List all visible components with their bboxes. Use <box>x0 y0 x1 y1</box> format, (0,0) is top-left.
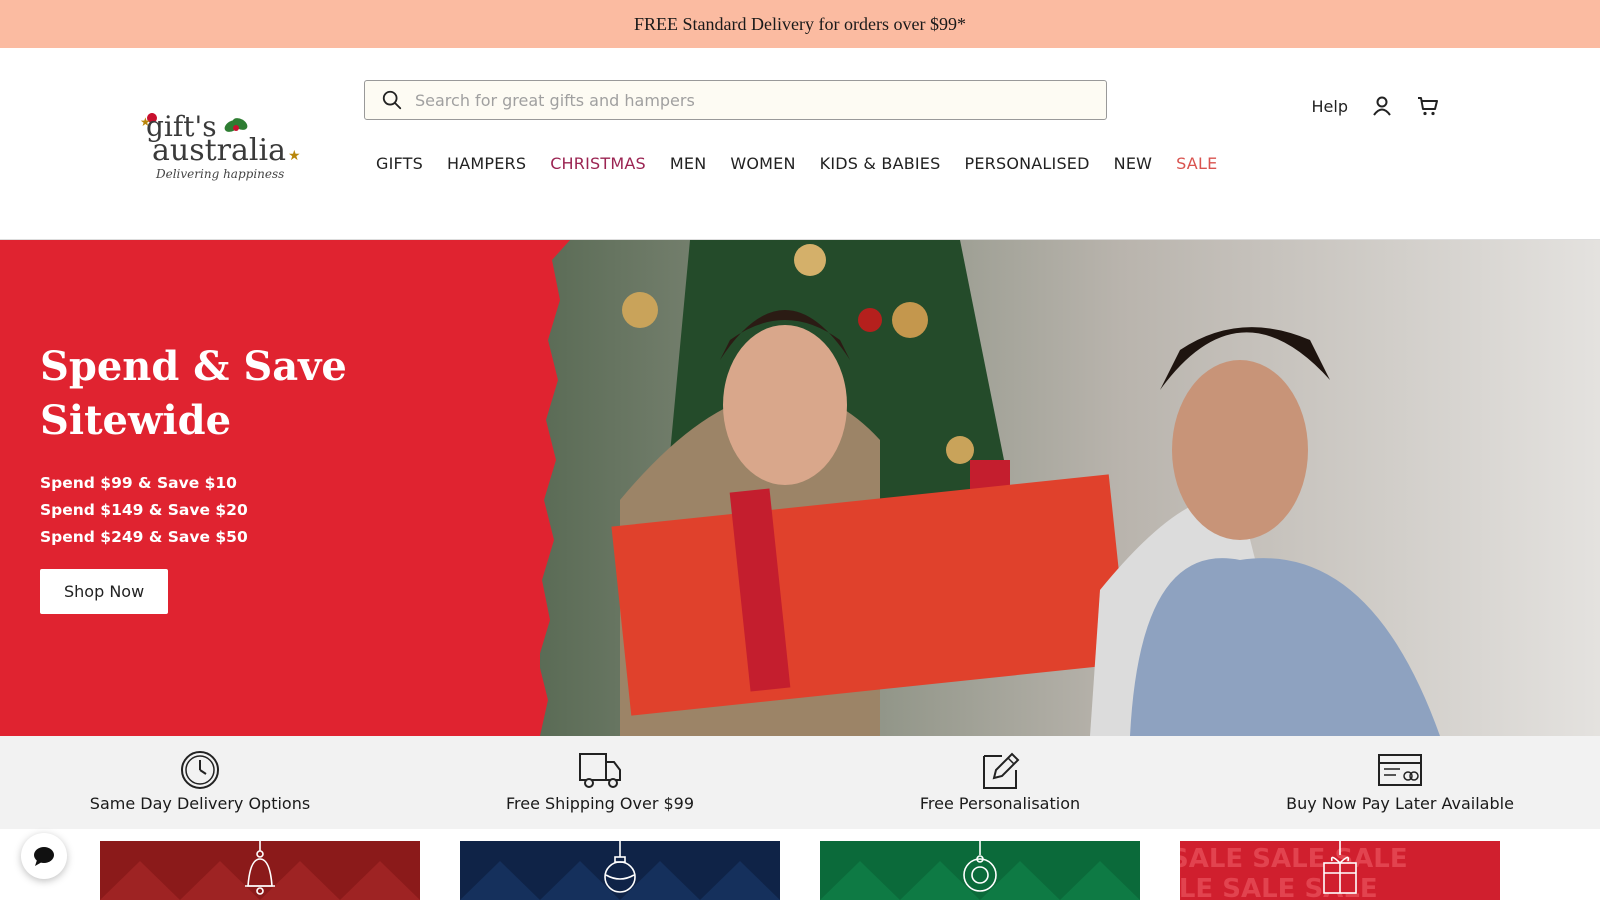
nav-men[interactable]: MEN <box>658 154 718 173</box>
hero-offers: Spend $99 & Save $10 Spend $149 & Save $… <box>40 470 460 551</box>
feature-same-day[interactable]: Same Day Delivery Options <box>0 736 400 829</box>
offer-line: Spend $99 & Save $10 <box>40 474 237 492</box>
pencil-icon <box>983 752 1020 789</box>
announcement-text: FREE Standard Delivery for orders over $… <box>634 13 966 34</box>
nav-personalised[interactable]: PERSONALISED <box>952 154 1101 173</box>
offer-line: Spend $249 & Save $50 <box>40 528 248 546</box>
logo-graphic: gift's australia ★ ★ Delivering happines… <box>140 110 301 181</box>
feature-label: Free Personalisation <box>919 794 1081 813</box>
category-cards: SALE SALE SALE SALE SALE SALE <box>100 841 1500 900</box>
site-logo[interactable]: gift's australia ★ ★ Delivering happines… <box>140 104 301 184</box>
help-link[interactable]: Help <box>1312 97 1348 116</box>
search-bar[interactable] <box>364 80 1107 120</box>
card-background <box>100 841 420 900</box>
card-icon <box>1378 754 1422 786</box>
nav-new[interactable]: NEW <box>1102 154 1165 173</box>
nav-sale[interactable]: SALE <box>1164 154 1229 173</box>
search-input[interactable] <box>415 90 1055 110</box>
hero-content: Spend & Save Sitewide Spend $99 & Save $… <box>40 340 460 614</box>
category-card[interactable] <box>460 841 780 900</box>
nav-gifts[interactable]: GIFTS <box>364 154 435 173</box>
feature-personalisation[interactable]: Free Personalisation <box>800 736 1200 829</box>
hero-banner: Spend & Save Sitewide Spend $99 & Save $… <box>0 240 1600 736</box>
svg-text:★: ★ <box>140 115 151 129</box>
user-icon[interactable] <box>1370 94 1394 118</box>
feature-label: Free Shipping Over $99 <box>505 794 695 813</box>
feature-free-shipping[interactable]: Free Shipping Over $99 <box>400 736 800 829</box>
nav-kids-babies[interactable]: KIDS & BABIES <box>808 154 953 173</box>
shop-now-button[interactable]: Shop Now <box>40 569 169 614</box>
category-card[interactable] <box>100 841 420 900</box>
logo-line2: australia <box>152 133 286 168</box>
feature-label: Same Day Delivery Options <box>89 794 311 813</box>
truck-icon <box>579 753 621 788</box>
site-header: gift's australia ★ ★ Delivering happines… <box>0 48 1600 240</box>
svg-text:★: ★ <box>288 147 300 163</box>
category-card[interactable] <box>820 841 1140 900</box>
hero-image <box>540 240 1600 736</box>
chat-icon <box>34 847 54 866</box>
cart-icon[interactable] <box>1416 94 1440 118</box>
chat-button[interactable] <box>21 833 67 879</box>
card-background <box>820 841 1140 900</box>
nav-christmas[interactable]: CHRISTMAS <box>538 154 658 173</box>
offer-line: Spend $149 & Save $20 <box>40 501 248 519</box>
nav-women[interactable]: WOMEN <box>718 154 807 173</box>
clock-icon <box>181 751 219 789</box>
feature-label: Buy Now Pay Later Available <box>1286 794 1514 813</box>
feature-buy-now-pay-later[interactable]: Buy Now Pay Later Available <box>1200 736 1600 829</box>
hero-title: Spend & Save Sitewide <box>40 343 347 444</box>
sale-pattern-text: SALE SALE SALE <box>1180 844 1408 874</box>
card-background <box>460 841 780 900</box>
card-background: SALE SALE SALE SALE SALE SALE <box>1180 841 1500 900</box>
search-icon[interactable] <box>381 89 403 111</box>
logo-tagline: Delivering happiness <box>155 167 284 181</box>
features-strip: Same Day Delivery Options Free Shipping … <box>0 736 1600 829</box>
nav-hampers[interactable]: HAMPERS <box>435 154 538 173</box>
main-nav: GIFTS HAMPERS CHRISTMAS MEN WOMEN KIDS &… <box>364 154 1229 173</box>
category-card-sale[interactable]: SALE SALE SALE SALE SALE SALE <box>1180 841 1500 900</box>
header-utilities: Help <box>1312 94 1440 118</box>
announcement-bar: FREE Standard Delivery for orders over $… <box>0 0 1600 48</box>
